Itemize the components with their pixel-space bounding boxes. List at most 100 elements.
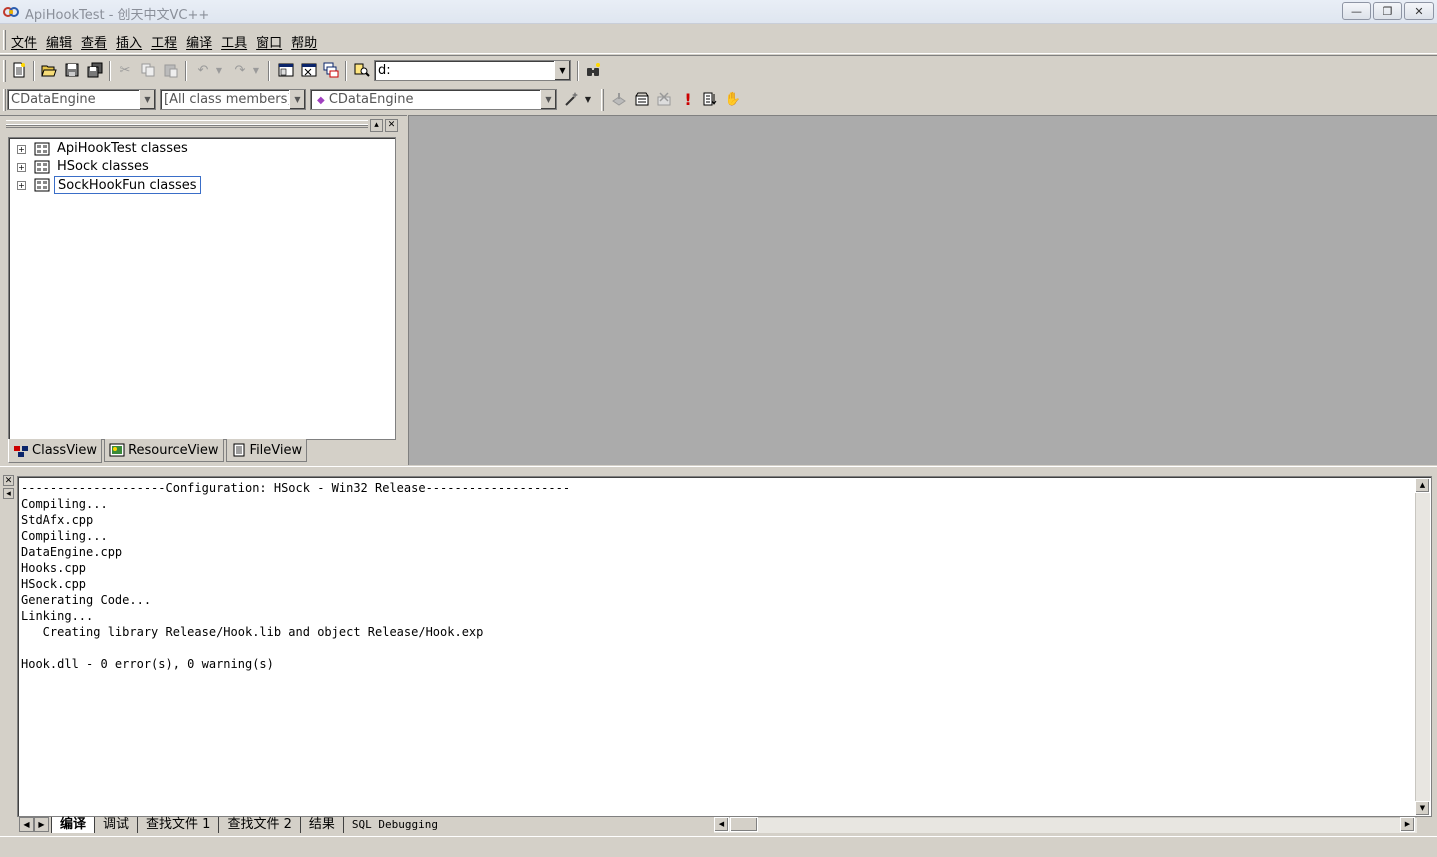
workspace-window-icon [278,63,294,77]
new-text-file-button[interactable] [8,59,30,81]
toolbar-grip[interactable] [601,89,604,111]
hscroll-right-button[interactable]: ▶ [1400,817,1415,832]
wizard-actions-dropdown[interactable]: ▼ [582,88,594,110]
expand-icon[interactable]: + [17,162,26,172]
tab-label: FileView [249,442,303,458]
copy-button[interactable] [137,59,159,81]
title-bar: ApiHookTest - 创天中文VC++ — ❐ ✕ [0,0,1437,24]
redo-button[interactable]: ↷ [229,59,251,81]
output-dock-button[interactable]: ◂ [3,488,14,499]
find-in-files-button[interactable] [351,59,373,81]
menu-tools[interactable]: 工具 [221,32,247,51]
classview-icon [14,445,28,457]
new-file-icon [13,62,25,78]
workspace-close-button[interactable]: ✕ [385,119,398,132]
cut-button[interactable]: ✂ [114,59,136,81]
member-combo-dropdown[interactable]: ▼ [540,90,556,109]
window-list-button[interactable] [320,59,342,81]
paste-icon [164,64,178,78]
tab-find-in-files-1[interactable]: 查找文件 1 [137,817,218,833]
close-button[interactable]: ✕ [1404,2,1434,20]
workspace-toggle-button[interactable] [275,59,297,81]
tab-resourceview[interactable]: ResourceView [104,439,224,462]
undo-dropdown-button[interactable]: ▼ [213,59,225,81]
class-combo[interactable]: CDataEngine ▼ [7,89,156,110]
tab-fileview[interactable]: FileView [225,439,308,462]
tab-build[interactable]: 编译 [51,817,95,833]
expand-icon[interactable]: + [17,144,26,154]
menu-project[interactable]: 工程 [151,32,177,51]
status-bar [0,836,1437,857]
output-text-area[interactable]: --------------------Configuration: HSock… [17,476,1432,817]
tab-results[interactable]: 结果 [299,817,343,833]
tab-classview[interactable]: ClassView [8,439,103,463]
find-combo-dropdown[interactable]: ▼ [554,61,570,80]
tree-item-hsock[interactable]: + HSock classes [17,158,152,176]
menu-insert[interactable]: 插入 [116,32,142,51]
output-close-button[interactable]: ✕ [3,475,14,486]
compile-button[interactable] [608,88,630,110]
stop-build-button[interactable] [653,88,675,110]
hscroll-thumb[interactable] [730,817,758,832]
tree-item-apihooktest[interactable]: + ApiHookTest classes [17,140,191,158]
class-combo-dropdown[interactable]: ▼ [139,90,155,109]
build-button[interactable] [631,88,653,110]
breakpoint-button[interactable]: ✋ [722,88,744,110]
menu-help[interactable]: 帮助 [291,32,317,51]
wizard-actions-button[interactable] [560,88,582,110]
minimize-button[interactable]: — [1342,2,1371,20]
workspace-dock-button[interactable]: ▴ [370,119,383,132]
find-combo[interactable]: d: ▼ [374,60,571,81]
redo-icon: ↷ [234,62,246,78]
filter-combo-dropdown[interactable]: ▼ [289,90,305,109]
menu-edit[interactable]: 编辑 [46,32,72,51]
tab-scroll-left-button[interactable]: ◀ [19,817,34,832]
expand-icon[interactable]: + [17,180,26,190]
find-button[interactable] [582,59,604,81]
tab-sql-debugging[interactable]: SQL Debugging [342,817,446,833]
output-horizontal-scrollbar[interactable]: ◀ ▶ [714,817,1417,833]
mdi-client-area[interactable] [408,115,1437,465]
paste-button[interactable] [160,59,182,81]
find-in-files-icon [354,63,370,77]
workspace-panel: ▴ ✕ + ApiHookTest classes + HSock classe… [0,115,407,465]
toolbar-grip[interactable] [3,89,6,111]
filter-combo[interactable]: [All class members] ▼ [160,89,306,110]
tab-debug[interactable]: 调试 [94,817,137,833]
hscroll-left-button[interactable]: ◀ [714,817,729,832]
menu-build[interactable]: 编译 [186,32,212,51]
chevron-down-icon: ▼ [215,65,223,75]
execute-button[interactable]: ! [677,88,699,110]
redo-dropdown-button[interactable]: ▼ [250,59,262,81]
log-line: StdAfx.cpp [21,513,94,527]
toolbar-separator [268,61,270,81]
output-tab-strip: ◀ ▶ 编译 调试 查找文件 1 查找文件 2 结果 SQL Debugging… [17,817,1432,833]
tree-item-sockhookfun[interactable]: + SockHookFun classes [17,176,201,194]
open-button[interactable] [38,59,60,81]
tab-scroll-right-button[interactable]: ▶ [34,817,49,832]
member-combo[interactable]: ◆ CDataEngine ▼ [310,89,557,110]
menu-file[interactable]: 文件 [11,32,37,51]
toolbar-grip[interactable] [3,60,6,82]
menu-grip[interactable] [3,30,6,50]
scroll-up-button[interactable]: ▲ [1415,478,1430,493]
log-line: DataEngine.cpp [21,545,123,559]
menu-bar: 文件 编辑 查看 插入 工程 编译 工具 窗口 帮助 [0,26,1437,54]
restore-button[interactable]: ❐ [1373,2,1402,20]
open-folder-icon [41,65,57,77]
output-vertical-scrollbar[interactable]: ▲ ▼ [1415,478,1430,816]
workspace-gripper-2[interactable] [6,124,368,128]
go-button[interactable] [699,88,721,110]
log-line: Compiling... [21,497,108,511]
output-toggle-button[interactable] [298,59,320,81]
toolbar-separator [185,61,187,81]
undo-button[interactable]: ↶ [192,59,214,81]
menu-window[interactable]: 窗口 [256,32,282,51]
class-tree[interactable]: + ApiHookTest classes + HSock classes + … [8,137,396,440]
tab-find-in-files-2[interactable]: 查找文件 2 [218,817,299,833]
save-button[interactable] [61,59,83,81]
scroll-down-button[interactable]: ▼ [1415,801,1430,816]
save-all-button[interactable] [84,59,106,81]
menu-view[interactable]: 查看 [81,32,107,51]
tree-item-label: HSock classes [57,159,149,174]
